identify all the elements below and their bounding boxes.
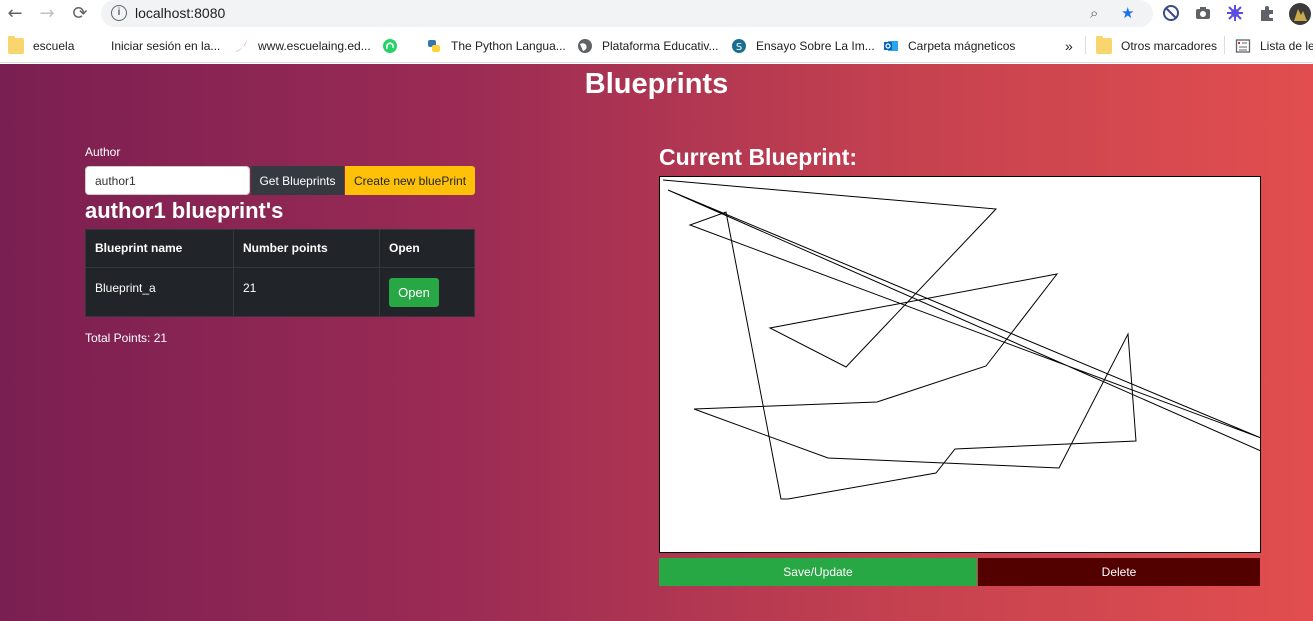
blueprint-open-cell: Open [379,267,475,317]
python-icon [428,40,440,52]
bookmarks-bar: escuela Iniciar sesión en la... www.escu… [0,28,1313,63]
bookmark-star-icon[interactable]: ★ [1121,4,1134,22]
page-title: Blueprints [584,68,729,100]
globe-icon: S [732,39,746,53]
microsoft-icon [86,38,102,54]
camera-icon[interactable] [1194,4,1212,22]
bookmark-escuelaing[interactable]: www.escuelaing.ed... [233,37,371,55]
bookmark-plataforma[interactable]: Plataforma Educativ... [577,37,719,55]
blueprints-list-title: author1 blueprint's [85,198,284,223]
folder-icon [1096,36,1112,54]
url-text: localhost:8080 [135,5,226,21]
author-label: Author [85,145,121,159]
table-row: Blueprint_a 21 Open [85,267,475,317]
column-header-points: Number points [233,229,380,268]
bookmarks-divider [1224,36,1225,54]
create-blueprint-button[interactable]: Create new bluePrint [345,166,475,195]
current-blueprint-title: Current Blueprint: [659,144,858,170]
bookmarks-more-button[interactable]: » [1065,37,1073,55]
sparkle-extension-icon[interactable] [1226,4,1244,22]
blueprint-name-cell: Blueprint_a [85,267,234,317]
blueprint-drawing [662,179,1260,500]
bookmark-escuela[interactable]: escuela [8,36,74,55]
profile-avatar[interactable] [1289,3,1311,25]
bookmark-carpeta[interactable]: Carpeta mágneticos [883,37,1015,55]
svg-text:S: S [736,42,742,53]
page-content: Blueprints Author Get Blueprints Create … [0,64,1313,621]
total-points: Total Points: 21 [85,331,168,345]
blueprint-canvas[interactable] [659,176,1261,553]
get-blueprints-button[interactable]: Get Blueprints [251,166,344,195]
address-bar[interactable]: i localhost:8080 ⌕ ★ [101,0,1153,27]
site-icon [235,40,247,52]
reading-list-button[interactable]: Lista de le [1235,37,1313,55]
save-update-button[interactable]: Save/Update [659,558,977,586]
open-blueprint-button[interactable]: Open [389,278,439,307]
forward-arrow-icon[interactable]: → [36,3,58,25]
folder-icon [8,36,24,54]
whatsapp-icon [383,39,397,53]
reload-icon[interactable]: ⟳ [69,3,91,25]
bookmark-otros-marcadores[interactable]: Otros marcadores [1096,36,1217,55]
bookmark-ensayo[interactable]: S Ensayo Sobre La Im... [731,37,875,55]
bookmarks-divider [1085,36,1086,54]
blueprints-table: Blueprint name Number points Open Bluepr… [85,229,475,317]
blueprint-polyline [662,179,1260,500]
blueprint-points-cell: 21 [233,267,380,317]
browser-toolbar: ← → ⟳ i localhost:8080 ⌕ ★ [0,0,1313,28]
table-header-row: Blueprint name Number points Open [85,229,475,268]
bookmark-iniciar-sesion[interactable]: Iniciar sesión en la... [86,37,220,55]
zoom-icon[interactable]: ⌕ [1090,4,1098,22]
bookmark-whatsapp[interactable] [382,37,407,55]
author-input[interactable] [85,166,250,195]
reading-list-icon [1235,39,1251,53]
column-header-open: Open [379,229,475,268]
extensions-puzzle-icon[interactable] [1258,4,1276,22]
globe-icon [578,39,592,53]
bookmark-python[interactable]: The Python Langua... [426,37,566,55]
outlook-icon [884,41,898,51]
blocked-extension-icon[interactable] [1162,4,1180,22]
delete-button[interactable]: Delete [978,558,1260,586]
site-info-icon[interactable]: i [111,5,127,21]
column-header-name: Blueprint name [85,229,234,268]
back-arrow-icon[interactable]: ← [4,3,26,25]
